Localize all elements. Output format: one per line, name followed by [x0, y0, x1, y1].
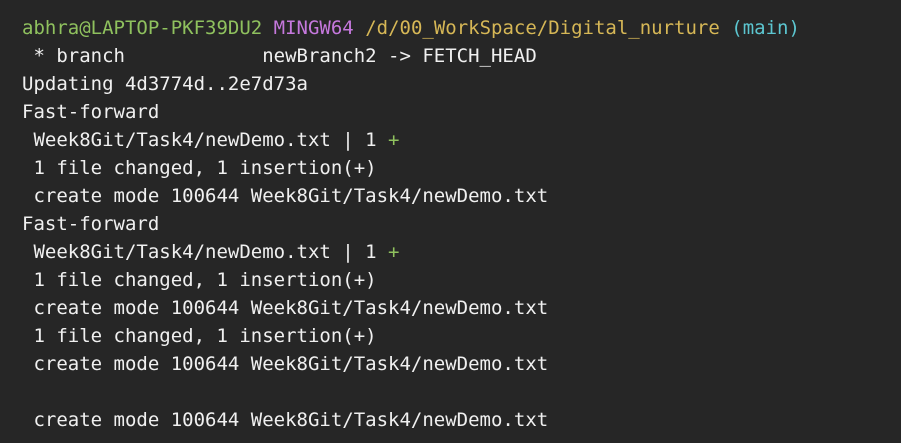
terminal-window[interactable]: abhra@LAPTOP-PKF39DU2 MINGW64 /d/00_Work…: [0, 0, 901, 443]
output-create-mode-line: create mode 100644 Week8Git/Task4/newDem…: [22, 409, 549, 431]
diffstat-file: Week8Git/Task4/newDemo.txt | 1: [22, 241, 389, 263]
output-fast-forward-line: Fast-forward: [22, 101, 160, 123]
output-diffstat-line: Week8Git/Task4/newDemo.txt | 1 +: [22, 126, 901, 154]
diffstat-plus: +: [388, 129, 400, 151]
prompt-path: /d/00_WorkSpace/Digital_nurture: [365, 17, 720, 39]
output-diffstat-line: Week8Git/Task4/newDemo.txt | 1 +: [22, 238, 901, 266]
output-updating-line: Updating 4d3774d..2e7d73a: [22, 73, 308, 95]
diffstat-file: Week8Git/Task4/newDemo.txt | 1: [22, 129, 389, 151]
prompt-branch: (main): [731, 17, 800, 39]
prompt-system: MINGW64: [273, 17, 354, 39]
diffstat-plus: +: [388, 241, 400, 263]
output-create-mode-line: create mode 100644 Week8Git/Task4/newDem…: [22, 353, 549, 375]
output-summary-line: 1 file changed, 1 insertion(+): [22, 157, 377, 179]
prompt-line: abhra@LAPTOP-PKF39DU2 MINGW64 /d/00_Work…: [22, 14, 901, 42]
output-create-mode-line: create mode 100644 Week8Git/Task4/newDem…: [22, 185, 549, 207]
output-summary-line: 1 file changed, 1 insertion(+): [22, 325, 377, 347]
output-create-mode-line: create mode 100644 Week8Git/Task4/newDem…: [22, 297, 549, 319]
prompt-user-host: abhra@LAPTOP-PKF39DU2: [22, 17, 263, 39]
output-fast-forward-line: Fast-forward: [22, 213, 160, 235]
output-fetch-line: * branch newBranch2 -> FETCH_HEAD: [22, 45, 537, 67]
output-summary-line: 1 file changed, 1 insertion(+): [22, 269, 377, 291]
